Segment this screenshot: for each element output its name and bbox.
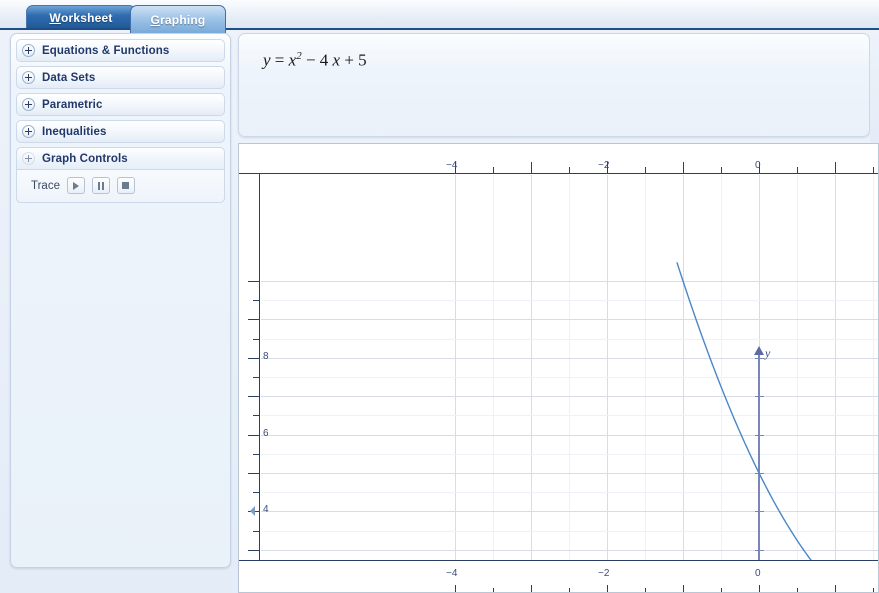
tab-graphing-label: raphing (160, 12, 206, 27)
ruler-bottom-label: −4 (446, 568, 458, 579)
ruler-top[interactable]: −4 −2 0 (239, 144, 878, 174)
ruler-top-tick (683, 162, 684, 173)
sidebar-panel-parametric[interactable]: Parametric (16, 93, 225, 116)
sidebar-panel-datasets-label: Data Sets (42, 71, 96, 84)
ruler-bottom-tick (455, 585, 456, 592)
ruler-left-label: 4 (263, 504, 269, 516)
plus-circle-icon (22, 125, 35, 138)
ruler-top-tick (493, 167, 494, 173)
sidebar-panel-inequalities-label: Inequalities (42, 125, 107, 138)
sidebar: Equations & Functions Data Sets Parametr… (10, 33, 231, 568)
ruler-left-tick (253, 453, 259, 455)
ruler-left-tick (248, 434, 259, 436)
play-icon (72, 181, 79, 190)
ruler-bottom-tick (683, 585, 684, 592)
ruler-top-tick (531, 162, 532, 173)
ruler-top-tick (873, 167, 874, 173)
tab-worksheet[interactable]: Worksheet (26, 5, 136, 30)
stop-icon (122, 182, 130, 189)
sidebar-panel-equations-label: Equations & Functions (42, 44, 170, 57)
ruler-left-tick (248, 357, 259, 359)
equation-term2: − 4 (305, 50, 329, 70)
ruler-left[interactable]: 4 6 8 (239, 144, 269, 592)
ruler-left-tick (248, 549, 259, 551)
ruler-top-tick (721, 167, 722, 173)
ruler-top-label: −4 (446, 160, 458, 171)
panel-gutter (870, 30, 879, 143)
ruler-top-tick (797, 167, 798, 173)
curve-layer (676, 262, 840, 592)
y-axis-label: y (765, 345, 771, 360)
ruler-bottom-tick (645, 588, 646, 592)
ruler-bottom-tick (721, 588, 722, 592)
ruler-left-tick (253, 338, 259, 340)
ruler-left-label: 8 (263, 350, 269, 362)
ruler-bottom-label: 0 (755, 568, 761, 579)
sidebar-panel-parametric-label: Parametric (42, 98, 103, 111)
ruler-bottom[interactable]: −4 −2 0 (239, 560, 878, 592)
plot-area[interactable]: x = 2.02 y = 1 468 −4−20 −4−20 y (239, 144, 878, 592)
ruler-bottom-tick (759, 585, 760, 592)
sidebar-panel-datasets[interactable]: Data Sets (16, 66, 225, 89)
graph-panel[interactable]: x = 2.02 y = 1 468 −4−20 −4−20 y (238, 143, 879, 593)
trace-play-button[interactable] (66, 177, 85, 194)
ruler-left-tick (248, 281, 259, 282)
ruler-bottom-tick (835, 585, 836, 592)
ruler-bottom-tick (531, 585, 532, 592)
ruler-left-tick (253, 415, 259, 417)
plus-circle-icon (22, 152, 35, 165)
trace-label: Trace (31, 179, 60, 192)
ruler-bottom-tick (493, 588, 494, 592)
ruler-top-label: −2 (598, 160, 610, 171)
equation-lhs: y (263, 50, 271, 70)
ruler-left-tick (253, 492, 259, 494)
y-axis-arrow-icon (754, 345, 764, 355)
ruler-left-tick (248, 473, 259, 474)
equation-var2: x (332, 50, 341, 70)
trace-pause-button[interactable] (91, 177, 110, 194)
ruler-top-tick (645, 167, 646, 173)
plus-circle-icon (22, 71, 35, 84)
sidebar-panel-inequalities[interactable]: Inequalities (16, 120, 225, 143)
ruler-top-tick (569, 167, 570, 173)
tab-graphing[interactable]: Graphing (130, 5, 226, 33)
ruler-top-label: 0 (755, 160, 761, 171)
pause-icon (97, 181, 104, 190)
sidebar-panel-graph-controls-label: Graph Controls (42, 152, 128, 165)
graph-controls-body: Trace (16, 170, 225, 203)
ruler-bottom-tick (873, 588, 874, 592)
trace-stop-button[interactable] (116, 177, 135, 194)
plus-circle-icon (22, 98, 35, 111)
ruler-left-tick (253, 300, 259, 302)
sidebar-panel-graph-controls[interactable]: Graph Controls (16, 147, 225, 170)
ruler-bottom-tick (569, 588, 570, 592)
equation-term3: + 5 (344, 50, 367, 70)
plus-circle-icon (22, 44, 35, 57)
graphing-calculator-window: Worksheet Graphing Equations & Functions… (0, 0, 879, 593)
equation-panel[interactable]: y = x2 − 4 x + 5 (238, 33, 870, 137)
ruler-left-label: 6 (263, 427, 269, 439)
ruler-marker-left-icon[interactable] (250, 506, 255, 517)
ruler-left-tick (248, 319, 259, 321)
tab-bar: Worksheet Graphing (0, 0, 879, 33)
tab-graphing-mnemonic: G (150, 12, 161, 27)
ruler-left-tick (253, 530, 259, 532)
tab-worksheet-mnemonic: W (49, 11, 61, 25)
ruler-left-tick (253, 377, 259, 378)
ruler-bottom-tick (797, 588, 798, 592)
ruler-bottom-label: −2 (598, 568, 610, 579)
sidebar-panel-equations[interactable]: Equations & Functions (16, 39, 225, 62)
equation-expression: y = x2 − 4 x + 5 (263, 50, 367, 71)
ruler-bottom-tick (607, 585, 608, 592)
tab-worksheet-label: orksheet (60, 11, 113, 25)
equation-equals: = (274, 50, 285, 70)
ruler-left-tick (248, 396, 259, 398)
ruler-top-tick (835, 162, 836, 173)
equation-exponent: 2 (296, 50, 302, 62)
